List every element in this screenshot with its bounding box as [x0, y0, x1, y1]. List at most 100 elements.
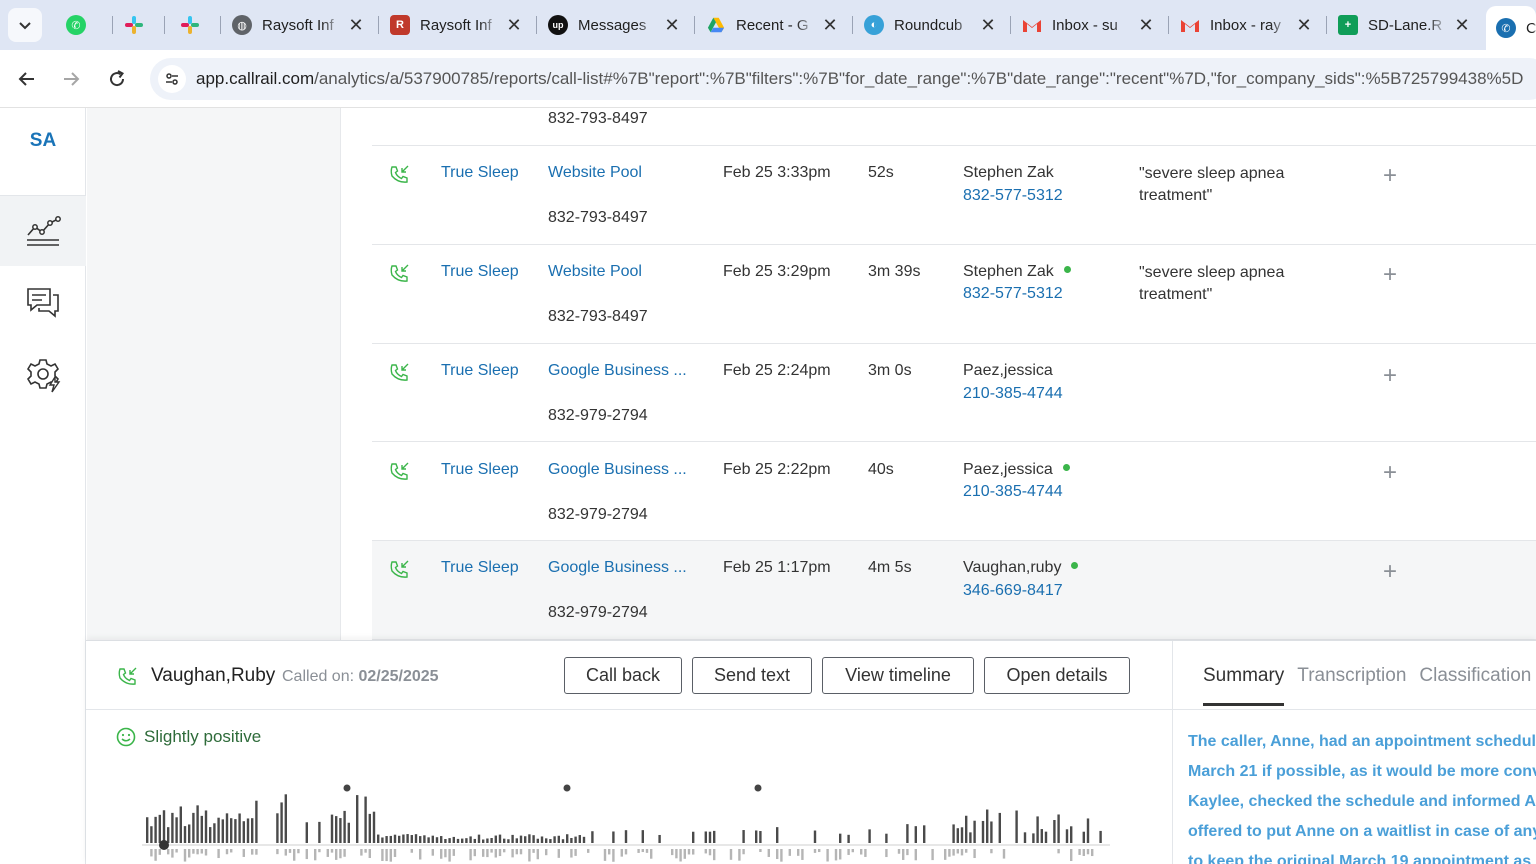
waveform-marker[interactable] [754, 784, 762, 792]
close-icon[interactable]: ✕ [662, 15, 682, 36]
waveform-bar [692, 831, 695, 843]
waveform-bar [1015, 810, 1018, 843]
call-audio-waveform[interactable] [142, 781, 1114, 864]
company-link[interactable]: True Sleep [441, 263, 519, 281]
tab-callrail-active[interactable]: ✆ C [1486, 6, 1536, 50]
open-details-button[interactable]: Open details [984, 657, 1130, 694]
sidebar-item-analytics[interactable] [0, 196, 86, 266]
waveform-marker[interactable] [563, 784, 571, 792]
call-list: 832-793-8497 True Sleep Website Pool 832… [342, 108, 1536, 640]
tab-search-button[interactable] [8, 8, 42, 42]
company-link[interactable]: True Sleep [441, 164, 519, 182]
sidebar-item-settings[interactable] [0, 340, 86, 410]
tab-summary[interactable]: Summary [1203, 665, 1285, 706]
inbound-call-icon [390, 264, 409, 282]
caller-phone-link[interactable]: 210-385-4744 [963, 385, 1063, 403]
tab-google-drive[interactable]: Recent - G ✕ [696, 6, 846, 44]
waveform-bar-secondary [1086, 849, 1090, 855]
waveform-bar [213, 823, 216, 843]
caller-phone-link[interactable]: 346-669-8417 [963, 582, 1063, 600]
send-text-button[interactable]: Send text [692, 657, 812, 694]
tab-messages[interactable]: up Messages ✕ [538, 6, 688, 44]
waveform-bar-secondary [490, 849, 493, 853]
waveform-bar-secondary [381, 849, 384, 861]
add-tag-button[interactable]: + [1380, 461, 1400, 485]
tab-google-sheets[interactable]: + SD-Lane.R ✕ [1328, 6, 1478, 44]
call-date: Feb 25 1:17pm [723, 559, 831, 576]
view-timeline-button[interactable]: View timeline [822, 657, 974, 694]
tab-roundcube[interactable]: ◐ Roundcub ✕ [854, 6, 1004, 44]
close-icon[interactable]: ✕ [346, 15, 366, 36]
tracking-number: 832-793-8497 [548, 209, 648, 226]
waveform-bar-secondary [255, 849, 258, 855]
back-button[interactable] [12, 64, 42, 94]
close-icon[interactable]: ✕ [978, 15, 998, 36]
tab-slack-1[interactable] [114, 6, 164, 44]
waveform-bar [885, 833, 888, 843]
waveform-bar-secondary [839, 849, 842, 860]
close-icon[interactable]: ✕ [504, 15, 524, 36]
waveform-bar-secondary [1002, 849, 1006, 859]
close-icon[interactable]: ✕ [1294, 15, 1314, 36]
tab-slack-2[interactable] [170, 6, 220, 44]
source-link[interactable]: Google Business ... [548, 461, 687, 479]
table-row[interactable]: True Sleep Google Business ... 832-979-2… [372, 442, 1536, 541]
panel-divider [1172, 641, 1173, 864]
site-info-button[interactable] [158, 65, 186, 93]
caller-phone-link[interactable]: 210-385-4744 [963, 483, 1063, 501]
source-link[interactable]: Website Pool [548, 164, 642, 182]
add-tag-button[interactable]: + [1380, 164, 1400, 188]
waveform-bar-secondary [276, 849, 279, 855]
tab-raysoft-1[interactable]: ◍ Raysoft Inf ✕ [222, 6, 372, 44]
close-icon[interactable]: ✕ [1452, 15, 1472, 36]
source-link[interactable]: Google Business ... [548, 362, 687, 380]
tab-gmail-1[interactable]: Inbox - su ✕ [1012, 6, 1162, 44]
waveform-bar-secondary [150, 849, 153, 857]
add-tag-button[interactable]: + [1380, 364, 1400, 388]
waveform-bar [469, 836, 472, 843]
waveform-bar [776, 827, 779, 843]
waveform-bar [330, 814, 334, 843]
waveform-bar-secondary [511, 849, 514, 858]
caller-phone-link[interactable]: 832-577-5312 [963, 285, 1063, 303]
sidebar-item-conversations[interactable] [0, 268, 86, 338]
tab-raysoft-2[interactable]: R Raysoft Inf ✕ [380, 6, 530, 44]
company-link[interactable]: True Sleep [441, 559, 519, 577]
waveform-bar-secondary [536, 849, 539, 860]
source-link[interactable]: Google Business ... [548, 559, 687, 577]
waveform-bar-secondary [482, 849, 485, 857]
tab-transcription[interactable]: Transcription [1297, 665, 1406, 706]
close-icon[interactable]: ✕ [1136, 15, 1156, 36]
reload-button[interactable] [102, 64, 132, 94]
call-back-button[interactable]: Call back [564, 657, 682, 694]
add-tag-button[interactable]: + [1380, 560, 1400, 584]
address-bar[interactable]: app.callrail.com/analytics/a/537900785/r… [150, 58, 1536, 100]
waveform-bar [742, 830, 745, 843]
waveform-bar [431, 835, 434, 843]
waveform-bar [435, 837, 439, 843]
waveform-bar [713, 830, 716, 843]
company-link[interactable]: True Sleep [441, 461, 519, 479]
tab-classification[interactable]: Classification [1419, 665, 1531, 706]
waveform-bar [532, 835, 535, 843]
source-link[interactable]: Website Pool [548, 263, 642, 281]
forward-button[interactable] [56, 64, 86, 94]
tab-whatsapp[interactable]: ✆ [56, 6, 104, 44]
waveform-bar-secondary [330, 849, 334, 853]
close-icon[interactable]: ✕ [820, 15, 840, 36]
tab-gmail-2[interactable]: Inbox - ray ✕ [1170, 6, 1320, 44]
waveform-marker[interactable] [343, 784, 351, 792]
waveform-bar-secondary [335, 849, 338, 860]
company-link[interactable]: True Sleep [441, 362, 519, 380]
table-row-selected[interactable]: True Sleep Google Business ... 832-979-2… [372, 541, 1536, 640]
waveform-bar [385, 836, 388, 843]
caller-phone-link[interactable]: 832-577-5312 [963, 187, 1063, 205]
add-tag-button[interactable]: + [1380, 263, 1400, 287]
table-row[interactable]: True Sleep Website Pool 832-793-8497 Feb… [372, 245, 1536, 344]
account-badge[interactable]: SA [0, 130, 86, 152]
table-row[interactable]: 832-793-8497 [372, 108, 1536, 146]
table-row[interactable]: True Sleep Google Business ... 832-979-2… [372, 344, 1536, 442]
playhead-handle[interactable] [159, 840, 169, 850]
waveform-bar [839, 833, 842, 843]
table-row[interactable]: True Sleep Website Pool 832-793-8497 Feb… [372, 146, 1536, 245]
